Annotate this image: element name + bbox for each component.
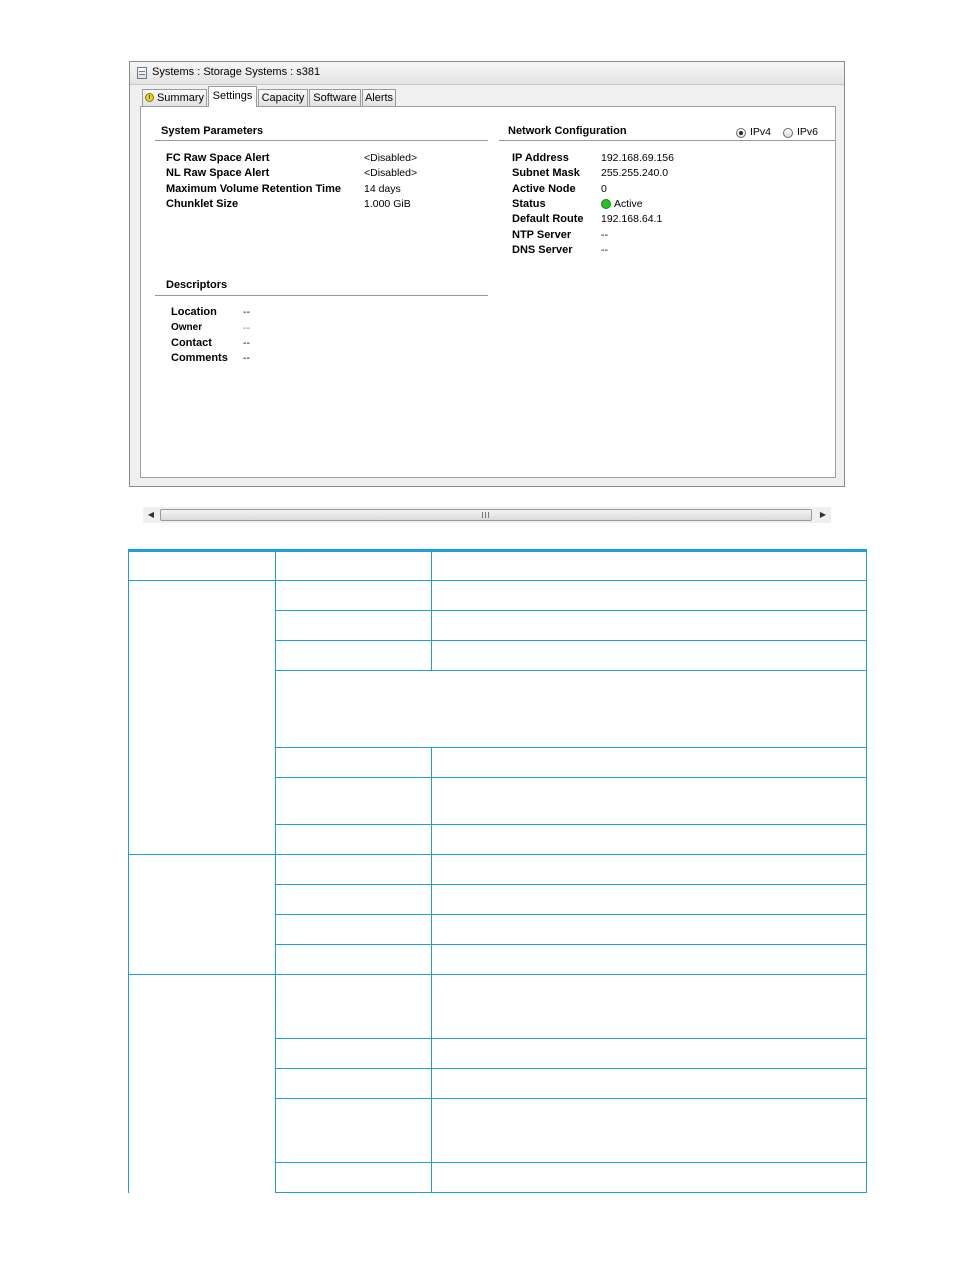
table-row-rule: [275, 1038, 867, 1039]
ipv6-label[interactable]: IPv6: [797, 126, 818, 138]
location-label: Location: [171, 306, 217, 318]
descriptors-title: Descriptors: [166, 279, 228, 291]
table-row-rule: [275, 1068, 867, 1069]
network-configuration-title: Network Configuration: [508, 125, 627, 137]
table-row-rule: [275, 914, 867, 915]
tab-label: Settings: [212, 90, 253, 102]
tab-label: Alerts: [364, 92, 394, 104]
section-divider: [155, 140, 488, 141]
dns-server-value: --: [601, 244, 608, 256]
window-title: Systems : Storage Systems : s381: [152, 66, 321, 78]
scrollbar-thumb[interactable]: [160, 509, 812, 521]
tab-summary[interactable]: Summary: [142, 89, 207, 106]
section-divider: [499, 140, 835, 141]
table-row-rule: [275, 640, 867, 641]
contact-value: --: [243, 337, 250, 349]
status-value: Active: [614, 198, 643, 210]
table-column-divider: [275, 549, 276, 1193]
contact-label: Contact: [171, 337, 212, 349]
table-row-rule: [275, 747, 867, 748]
table-row-rule: [275, 1098, 867, 1099]
tab-settings[interactable]: Settings: [208, 86, 257, 107]
chunklet-size-value: 1.000 GiB: [364, 198, 411, 210]
table-border-right: [866, 549, 867, 1193]
ipv6-radio[interactable]: [783, 128, 793, 138]
table-row-rule: [275, 777, 867, 778]
window-titlebar: Systems : Storage Systems : s381: [130, 62, 844, 85]
ip-address-label: IP Address: [512, 152, 569, 164]
table-row-rule: [275, 610, 867, 611]
chunklet-size-label: Chunklet Size: [166, 198, 239, 210]
settings-window: Systems : Storage Systems : s381 Summary…: [129, 61, 845, 523]
ntp-server-value: --: [601, 229, 608, 241]
table-border-left: [128, 549, 129, 1193]
grip-icon: [482, 512, 489, 518]
system-parameters-title: System Parameters: [161, 125, 264, 137]
owner-value: --: [243, 322, 250, 334]
tab-alerts[interactable]: Alerts: [362, 89, 396, 106]
tab-capacity[interactable]: Capacity: [258, 89, 308, 106]
table-row-rule: [275, 884, 867, 885]
table-row-rule: [275, 944, 867, 945]
max-volume-retention-label: Maximum Volume Retention Time: [166, 183, 342, 195]
subnet-mask-label: Subnet Mask: [512, 167, 580, 179]
tab-label: Software: [313, 92, 357, 104]
ipv4-label[interactable]: IPv4: [750, 126, 771, 138]
owner-label: Owner: [171, 322, 203, 333]
fc-raw-space-alert-value: <Disabled>: [364, 152, 418, 164]
table-row-rule: [275, 824, 867, 825]
dns-server-label: DNS Server: [512, 244, 573, 256]
comments-label: Comments: [171, 352, 228, 364]
status-label: Status: [512, 198, 546, 210]
section-divider: [155, 295, 488, 296]
ip-address-value: 192.168.69.156: [601, 152, 674, 164]
active-node-value: 0: [601, 183, 607, 195]
default-route-value: 192.168.64.1: [601, 213, 663, 225]
storage-system-icon: [137, 67, 147, 79]
comments-value: --: [243, 352, 250, 364]
tab-software[interactable]: Software: [309, 89, 361, 106]
default-route-label: Default Route: [512, 213, 584, 225]
subnet-mask-value: 255.255.240.0: [601, 167, 669, 179]
table-column-divider: [431, 748, 432, 1193]
status-active-icon: [601, 199, 611, 209]
fc-raw-space-alert-label: FC Raw Space Alert: [166, 152, 270, 164]
nl-raw-space-alert-label: NL Raw Space Alert: [166, 167, 270, 179]
table-top-rule: [128, 549, 867, 552]
nl-raw-space-alert-value: <Disabled>: [364, 167, 418, 179]
table-group-rule: [128, 854, 867, 855]
ntp-server-label: NTP Server: [512, 229, 572, 241]
table-group-rule: [128, 974, 867, 975]
settings-panel: System Parameters FC Raw Space Alert <Di…: [140, 106, 836, 523]
table-bottom-rule: [275, 1192, 867, 1193]
table-row-rule: [275, 1162, 867, 1163]
ipv4-radio[interactable]: [736, 128, 746, 138]
location-value: --: [243, 306, 250, 318]
tab-label: Capacity: [261, 92, 305, 104]
summary-status-icon: [144, 93, 154, 102]
tab-label: Summary: [156, 92, 205, 104]
scroll-left-icon[interactable]: ◀: [143, 507, 159, 523]
table-header-rule: [128, 580, 867, 581]
table-row-rule: [275, 670, 867, 671]
active-node-label: Active Node: [512, 183, 576, 195]
horizontal-scrollbar[interactable]: ◀ ▶: [143, 507, 831, 523]
scroll-right-icon[interactable]: ▶: [815, 507, 831, 523]
max-volume-retention-value: 14 days: [364, 183, 401, 195]
